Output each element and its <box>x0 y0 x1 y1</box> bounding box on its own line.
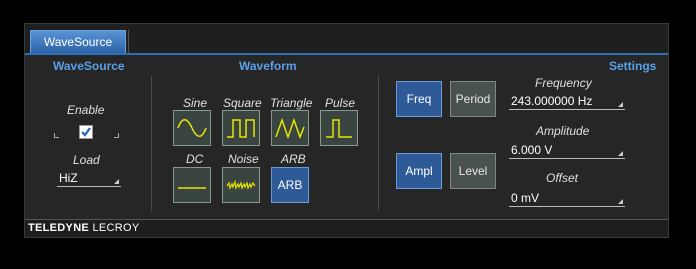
pulse-label: Pulse <box>325 96 356 110</box>
period-button[interactable]: Period <box>450 81 496 117</box>
square-button[interactable] <box>222 110 260 146</box>
sine-button[interactable] <box>173 110 211 146</box>
brand-bold: TELEDYNE <box>28 222 90 234</box>
dc-button[interactable] <box>173 167 211 203</box>
tab-bar: WaveSource <box>25 24 668 55</box>
frequency-label: Frequency <box>535 76 592 90</box>
load-label: Load <box>73 153 100 167</box>
settings-header: Settings <box>609 59 657 73</box>
sine-label: Sine <box>183 96 208 110</box>
square-wave-icon <box>227 119 255 138</box>
pulse-button[interactable] <box>320 110 358 146</box>
dropdown-arrow-icon <box>618 151 623 156</box>
dropdown-arrow-icon <box>618 102 623 107</box>
enable-checkbox[interactable] <box>79 125 93 139</box>
checkbox-frame-left <box>54 133 59 138</box>
dropdown-arrow-icon <box>618 199 623 204</box>
amplitude-label: Amplitude <box>536 124 590 138</box>
square-label: Square <box>223 96 262 110</box>
waveform-header: Waveform <box>239 59 297 73</box>
amplitude-field[interactable]: 6.000 V <box>509 143 625 159</box>
tab-divider <box>128 30 129 53</box>
load-select[interactable]: HiZ <box>57 171 121 187</box>
triangle-wave-icon <box>275 117 305 139</box>
sine-wave-icon <box>177 119 207 137</box>
offset-value: 0 mV <box>511 191 540 205</box>
arb-label: ARB <box>281 152 306 166</box>
frequency-field[interactable]: 243.000000 Hz <box>509 94 625 110</box>
divider-left <box>151 76 152 211</box>
arb-button[interactable]: ARB <box>271 167 309 203</box>
amplitude-value: 6.000 V <box>511 143 553 157</box>
divider-right <box>378 76 379 211</box>
check-icon <box>81 127 91 137</box>
frequency-value: 243.000000 Hz <box>511 94 593 108</box>
freq-button[interactable]: Freq <box>396 81 442 117</box>
noise-button[interactable] <box>222 167 260 203</box>
level-button[interactable]: Level <box>450 153 496 189</box>
footer-bar: TELEDYNE LECROY <box>25 219 668 237</box>
noise-label: Noise <box>228 152 259 166</box>
dropdown-arrow-icon <box>114 179 119 184</box>
offset-field[interactable]: 0 mV <box>509 191 625 207</box>
pulse-wave-icon <box>326 119 352 138</box>
triangle-button[interactable] <box>271 110 309 146</box>
wavesource-dialog: WaveSource WaveSource Waveform Settings … <box>24 23 669 238</box>
noise-wave-icon <box>226 179 256 190</box>
wavesource-header: WaveSource <box>53 59 125 73</box>
offset-label: Offset <box>546 171 579 185</box>
brand-regular: LECROY <box>92 222 140 234</box>
dc-label: DC <box>186 152 204 166</box>
triangle-label: Triangle <box>270 96 313 110</box>
ampl-button[interactable]: Ampl <box>396 153 442 189</box>
tab-wavesource[interactable]: WaveSource <box>30 30 126 53</box>
teledyne-lecroy-logo: TELEDYNE LECROY <box>28 222 139 234</box>
load-select-value: HiZ <box>59 171 78 185</box>
enable-label: Enable <box>67 103 105 117</box>
dc-line-icon <box>178 187 206 189</box>
checkbox-frame-right <box>114 133 119 138</box>
